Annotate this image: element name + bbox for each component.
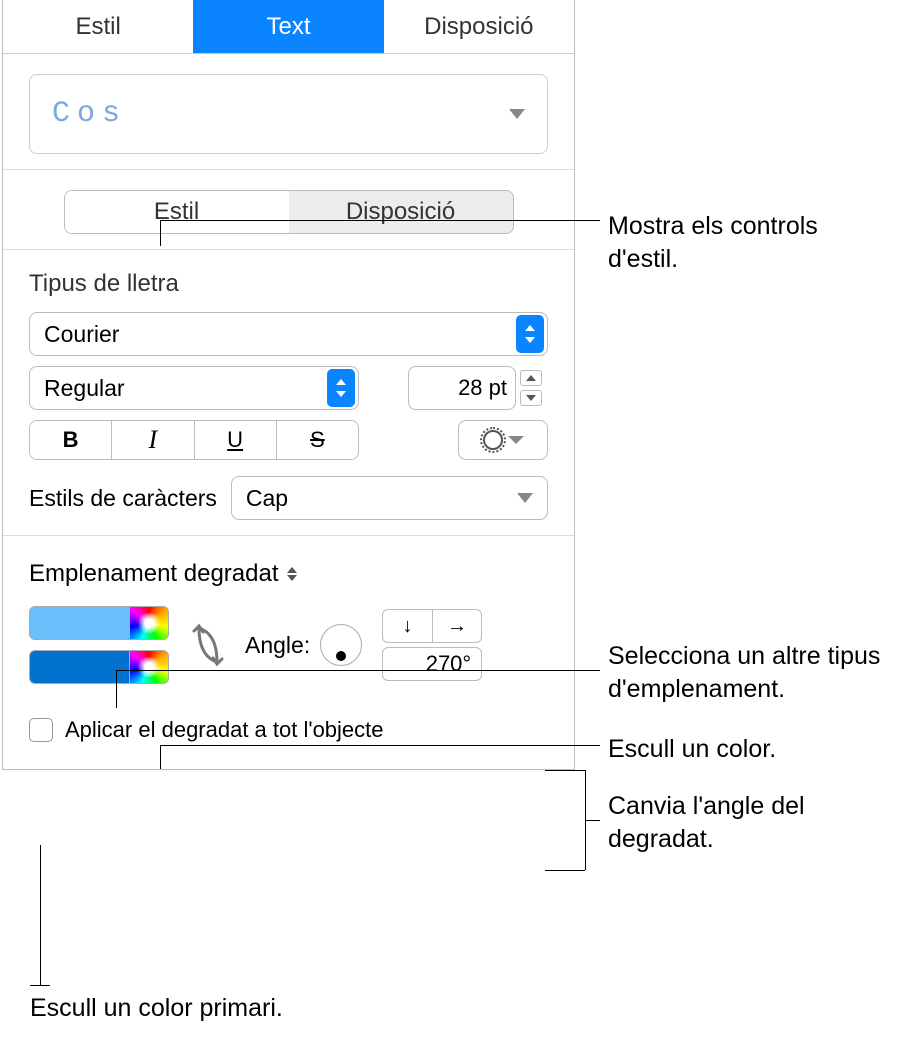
callout-fill-type: Selecciona un altre tipus d'emplenament. xyxy=(608,640,898,705)
inspector-panel: Estil Text Disposició Cos Estil Disposic… xyxy=(2,0,575,770)
font-size-down[interactable] xyxy=(520,390,542,406)
inner-segmented-control: Estil Disposició xyxy=(64,190,514,234)
text-style-buttons: B I U S xyxy=(29,420,359,460)
font-family-dropdown[interactable]: Courier xyxy=(29,312,548,356)
callout-pick-color: Escull un color. xyxy=(608,733,888,766)
apply-whole-object-checkbox[interactable] xyxy=(29,718,53,742)
updown-icon xyxy=(287,567,297,581)
apply-whole-object-label: Aplicar el degradat a tot l'objecte xyxy=(65,717,384,743)
fill-type-label: Emplenament degradat xyxy=(29,560,279,588)
italic-button[interactable]: I xyxy=(112,421,194,459)
paragraph-style-dropdown[interactable]: Cos xyxy=(29,74,548,154)
updown-icon xyxy=(516,315,544,353)
direction-down-button[interactable]: ↓ xyxy=(383,610,433,642)
segment-style[interactable]: Estil xyxy=(65,191,289,233)
fill-type-dropdown[interactable]: Emplenament degradat xyxy=(29,560,297,588)
character-styles-label: Estils de caràcters xyxy=(29,485,217,512)
angle-dial[interactable] xyxy=(320,624,362,666)
strikethrough-button[interactable]: S xyxy=(277,421,358,459)
tab-layout[interactable]: Disposició xyxy=(384,0,574,53)
callout-gradient-angle: Canvia l'angle del degradat. xyxy=(608,790,888,855)
top-tabs: Estil Text Disposició xyxy=(3,0,574,54)
angle-label: Angle: xyxy=(245,632,310,659)
tab-style[interactable]: Estil xyxy=(3,0,193,53)
bold-button[interactable]: B xyxy=(30,421,112,459)
tab-text[interactable]: Text xyxy=(193,0,383,53)
font-size-stepper xyxy=(520,366,548,410)
gradient-direction-buttons: ↓ → xyxy=(382,609,482,643)
font-weight-dropdown[interactable]: Regular xyxy=(29,366,359,410)
angle-value-field[interactable]: 270° xyxy=(382,647,482,681)
chevron-down-icon xyxy=(517,493,533,503)
font-family-value: Courier xyxy=(44,321,119,348)
font-size-up[interactable] xyxy=(520,370,542,386)
gradient-color-1-swatch[interactable] xyxy=(29,606,129,640)
advanced-options-button[interactable] xyxy=(458,420,548,460)
font-size-field[interactable]: 28 pt xyxy=(408,366,516,410)
direction-right-button[interactable]: → xyxy=(433,610,482,642)
gradient-color-2-swatch[interactable] xyxy=(29,650,129,684)
font-weight-value: Regular xyxy=(44,375,125,402)
swap-colors-button[interactable] xyxy=(189,620,225,670)
gear-icon xyxy=(483,430,503,450)
character-styles-value: Cap xyxy=(246,485,288,512)
callout-primary-color: Escull un color primari. xyxy=(30,992,430,1025)
gradient-swatches xyxy=(29,606,169,684)
color-wheel-icon[interactable] xyxy=(129,650,169,684)
updown-icon xyxy=(327,369,355,407)
chevron-down-icon xyxy=(508,436,524,444)
color-wheel-icon[interactable] xyxy=(129,606,169,640)
segment-layout[interactable]: Disposició xyxy=(289,191,513,233)
paragraph-style-label: Cos xyxy=(52,97,127,131)
font-heading: Tipus de lletra xyxy=(29,270,548,298)
underline-button[interactable]: U xyxy=(195,421,277,459)
chevron-down-icon xyxy=(509,109,525,119)
callout-style-controls: Mostra els controls d'estil. xyxy=(608,210,888,275)
character-styles-dropdown[interactable]: Cap xyxy=(231,476,548,520)
